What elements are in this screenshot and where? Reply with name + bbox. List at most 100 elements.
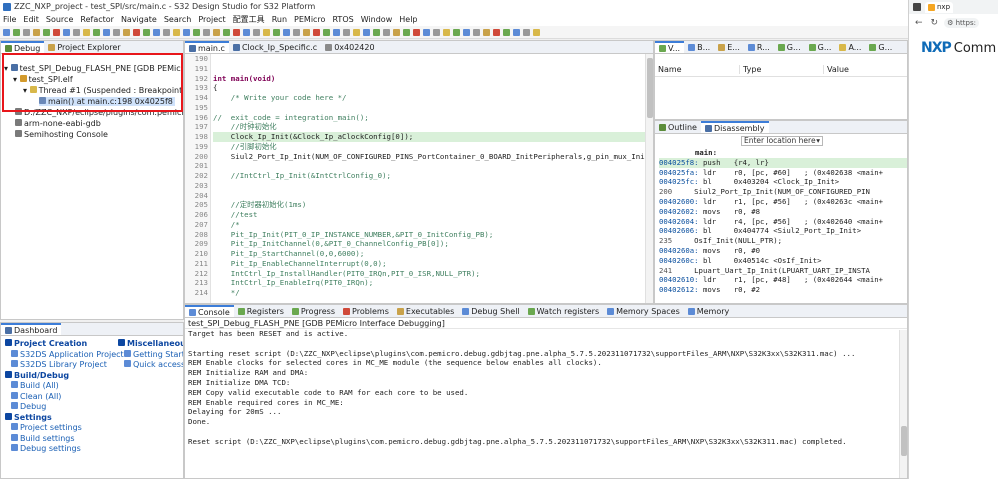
disassembly-row[interactable]: 00402602: movs r0, #8 bbox=[659, 207, 907, 217]
reload-icon[interactable]: ↻ bbox=[931, 18, 939, 28]
tab-project-explorer[interactable]: Project Explorer bbox=[44, 41, 124, 53]
disassembly-row[interactable]: main: bbox=[659, 148, 907, 158]
toolbar-button-icon[interactable] bbox=[303, 28, 310, 36]
disassembly-row[interactable]: 004025fc: bl 0x403204 <Clock_Ip_Init> bbox=[659, 177, 907, 187]
tab-console-4[interactable]: Executables bbox=[393, 305, 458, 317]
toolbar-button-icon[interactable] bbox=[523, 28, 530, 36]
disassembly-row[interactable]: 200 Siul2_Port_Ip_Init(NUM_OF_CONFIGURED… bbox=[659, 187, 907, 197]
toolbar-button-icon[interactable] bbox=[123, 28, 130, 36]
code-line[interactable] bbox=[213, 181, 645, 191]
toolbar-button-icon[interactable] bbox=[93, 28, 100, 36]
toolbar-button-icon[interactable] bbox=[73, 28, 80, 36]
toolbar-button-icon[interactable] bbox=[353, 28, 360, 36]
scrollbar-thumb[interactable] bbox=[901, 426, 907, 456]
menu-config-tools[interactable]: 配置工具 bbox=[233, 14, 265, 25]
toolbar-button-icon[interactable] bbox=[153, 28, 160, 36]
menu-search[interactable]: Search bbox=[164, 15, 191, 24]
toolbar-button-icon[interactable] bbox=[313, 28, 320, 36]
code-line[interactable] bbox=[213, 191, 645, 201]
toolbar-button-icon[interactable] bbox=[443, 28, 450, 36]
toolbar-button-icon[interactable] bbox=[323, 28, 330, 36]
tab-view-1[interactable]: B... bbox=[684, 41, 714, 53]
code-line[interactable]: Clock_Ip_Init(&Clock_Ip_aClockConfig[0])… bbox=[213, 132, 645, 142]
disassembly-row[interactable]: 00402600: ldr r1, [pc, #56] ; (0x40263c … bbox=[659, 197, 907, 207]
tab-console-3[interactable]: Problems bbox=[339, 305, 393, 317]
tab-console-2[interactable]: Progress bbox=[288, 305, 339, 317]
editor-scrollbar[interactable] bbox=[645, 54, 653, 303]
tab-disassembly[interactable]: Disassembly bbox=[700, 121, 769, 133]
menu-run[interactable]: Run bbox=[272, 15, 287, 24]
tab-console-0[interactable]: Console bbox=[185, 305, 234, 317]
toolbar-button-icon[interactable] bbox=[53, 28, 60, 36]
menu-pemicro[interactable]: PEMicro bbox=[294, 15, 325, 24]
menu-refactor[interactable]: Refactor bbox=[80, 15, 114, 24]
code-line[interactable]: int main(void) bbox=[213, 74, 645, 84]
toolbar-button-icon[interactable] bbox=[533, 28, 540, 36]
code-line[interactable]: // exit_code = integration_main(); bbox=[213, 113, 645, 123]
toolbar-button-icon[interactable] bbox=[63, 28, 70, 36]
disassembly-row[interactable]: 241 Lpuart_Uart_Ip_Init(LPUART_UART_IP_I… bbox=[659, 266, 907, 276]
toolbar-button-icon[interactable] bbox=[383, 28, 390, 36]
nxp-logo[interactable]: NXP bbox=[921, 40, 952, 56]
code-line[interactable]: IntCtrl_Ip_InstallHandler(PIT0_IRQn,PIT_… bbox=[213, 269, 645, 279]
toolbar-button-icon[interactable] bbox=[333, 28, 340, 36]
toolbar-button-icon[interactable] bbox=[193, 28, 200, 36]
disassembly-row[interactable]: 0040260a: movs r0, #0 bbox=[659, 246, 907, 256]
tab-view-6[interactable]: A... bbox=[835, 41, 865, 53]
toolbar-button-icon[interactable] bbox=[293, 28, 300, 36]
dashboard-link[interactable]: S32DS Library Project bbox=[5, 360, 117, 371]
disassembly-row[interactable]: 0040260c: bl 0x40514c <OsIf_Init> bbox=[659, 256, 907, 266]
console-scrollbar[interactable] bbox=[899, 330, 907, 478]
back-arrow-icon[interactable]: ← bbox=[915, 18, 923, 28]
tab-outline[interactable]: Outline bbox=[655, 121, 701, 133]
toolbar-button-icon[interactable] bbox=[163, 28, 170, 36]
toolbar-button-icon[interactable] bbox=[203, 28, 210, 36]
code-line[interactable] bbox=[213, 103, 645, 113]
toolbar-button-icon[interactable] bbox=[283, 28, 290, 36]
dashboard-link[interactable]: Build (All) bbox=[5, 381, 117, 392]
tab-console-8[interactable]: Memory bbox=[684, 305, 734, 317]
menu-help[interactable]: Help bbox=[399, 15, 417, 24]
code-line[interactable]: Pit_Ip_Init(PIT_0_IP_INSTANCE_NUMBER,&PI… bbox=[213, 230, 645, 240]
toolbar-button-icon[interactable] bbox=[143, 28, 150, 36]
toolbar-button-icon[interactable] bbox=[43, 28, 50, 36]
toolbar-button-icon[interactable] bbox=[13, 28, 20, 36]
console-output[interactable]: Target has been RESET and is active. Star… bbox=[185, 329, 907, 447]
dashboard-link[interactable]: Build settings bbox=[5, 433, 117, 445]
toolbar-button-icon[interactable] bbox=[373, 28, 380, 36]
toolbar-button-icon[interactable] bbox=[393, 28, 400, 36]
code-line[interactable]: /* bbox=[213, 220, 645, 230]
tree-gdb[interactable]: arm-none-eabi-gdb bbox=[1, 118, 183, 129]
browser-tab[interactable]: nxp bbox=[925, 1, 954, 13]
dashboard-link[interactable]: Quick access bbox=[118, 360, 183, 371]
code-line[interactable]: IntCtrl_Ip_EnableIrq(PIT0_IRQn); bbox=[213, 278, 645, 288]
code-line[interactable]: */ bbox=[213, 288, 645, 298]
code-line[interactable]: //引脚初始化 bbox=[213, 142, 645, 152]
code-line[interactable] bbox=[213, 161, 645, 171]
toolbar-button-icon[interactable] bbox=[403, 28, 410, 36]
disassembly-row[interactable]: 00402604: ldr r4, [pc, #56] ; (0x402640 … bbox=[659, 217, 907, 227]
tab-dashboard[interactable]: Dashboard bbox=[1, 323, 62, 335]
code-line[interactable]: //test bbox=[213, 210, 645, 220]
toolbar-button-icon[interactable] bbox=[253, 28, 260, 36]
toolbar-button-icon[interactable] bbox=[223, 28, 230, 36]
tab-address[interactable]: 0x402420 bbox=[321, 41, 378, 53]
code-line[interactable]: Pit_Ip_StartChannel(0,0,6000); bbox=[213, 249, 645, 259]
dashboard-link[interactable]: S32DS Application Project bbox=[5, 349, 124, 361]
location-input[interactable]: Enter location here ▾ bbox=[741, 135, 823, 146]
address-bar[interactable]: ⚙ https: bbox=[944, 18, 979, 28]
code-lines[interactable]: int main(void){ /* Write your code here … bbox=[213, 54, 653, 303]
toolbar-button-icon[interactable] bbox=[263, 28, 270, 36]
disassembly-row[interactable]: 00402606: bl 0x404774 <Siul2_Port_Ip_Ini… bbox=[659, 226, 907, 236]
menu-edit[interactable]: Edit bbox=[23, 15, 39, 24]
toolbar-button-icon[interactable] bbox=[273, 28, 280, 36]
tab-view-2[interactable]: E... bbox=[714, 41, 744, 53]
menu-navigate[interactable]: Navigate bbox=[121, 15, 157, 24]
menu-file[interactable]: File bbox=[3, 15, 16, 24]
toolbar-button-icon[interactable] bbox=[423, 28, 430, 36]
toolbar-button-icon[interactable] bbox=[173, 28, 180, 36]
tab-clock-ip-specific[interactable]: Clock_Ip_Specific.c bbox=[229, 41, 321, 53]
disassembly-row[interactable]: 00402610: ldr r1, [pc, #48] ; (0x402644 … bbox=[659, 275, 907, 285]
toolbar-button-icon[interactable] bbox=[433, 28, 440, 36]
sidebar-toggle-icon[interactable] bbox=[913, 3, 921, 11]
